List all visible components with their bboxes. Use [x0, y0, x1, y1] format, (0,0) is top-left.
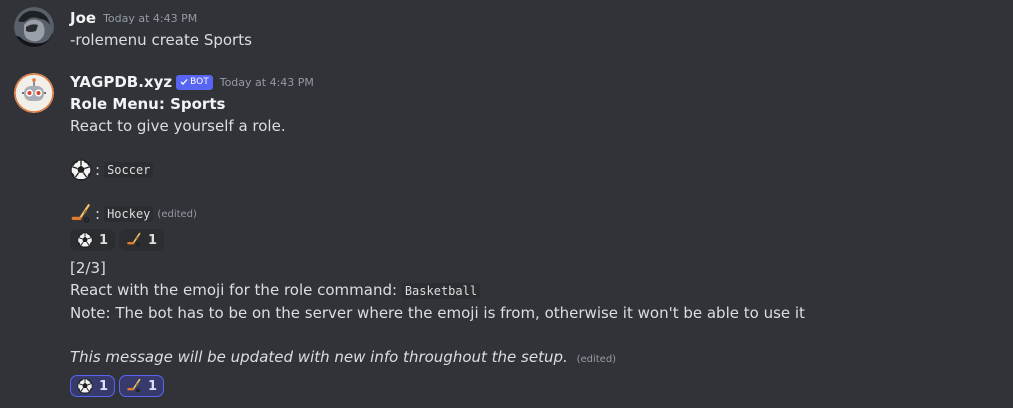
footer-line: This message will be updated with new in… — [70, 346, 1003, 371]
reaction-soccer[interactable]: 1 — [70, 229, 116, 251]
soccer-ball-icon — [77, 232, 93, 248]
note-text: Note: The bot has to be on the server wh… — [70, 304, 805, 322]
reaction-soccer-active[interactable]: 1 — [70, 375, 116, 397]
hockey-stick-icon — [126, 378, 142, 394]
timestamp: Today at 4:43 PM — [219, 75, 314, 89]
option-hockey: : Hockey (edited) — [70, 203, 1003, 225]
hockey-stick-icon — [126, 232, 142, 248]
step-label: [2/3] — [70, 259, 106, 277]
reaction-bar: 1 1 — [70, 229, 1003, 251]
reaction-count: 1 — [99, 232, 109, 248]
bot-tag: BOT — [176, 74, 213, 90]
option-soccer: : Soccer — [70, 159, 1003, 181]
message-text: -rolemenu create Sports — [70, 31, 252, 49]
role-menu-title: Role Menu: Sports — [70, 95, 226, 113]
footer-text: This message will be updated with new in… — [70, 348, 568, 366]
prompt-code: Basketball — [401, 283, 481, 299]
reaction-count: 1 — [148, 378, 158, 394]
edited-label: (edited) — [157, 208, 197, 220]
soccer-ball-icon — [70, 159, 92, 181]
option-name: Soccer — [104, 162, 154, 178]
intro-text: React to give yourself a role. — [70, 117, 286, 135]
username[interactable]: Joe — [70, 9, 96, 27]
yagpdb-avatar[interactable] — [14, 73, 54, 113]
option-name: Hockey — [104, 206, 154, 222]
bot-tag-label: BOT — [190, 76, 209, 87]
prompt-line: React with the emoji for the role comman… — [70, 279, 1003, 302]
reaction-count: 1 — [99, 378, 109, 394]
edited-label: (edited) — [576, 354, 617, 365]
reaction-bar-2: 1 1 — [70, 375, 1003, 397]
timestamp: Today at 4:43 PM — [103, 11, 198, 25]
hockey-stick-icon — [70, 203, 92, 225]
check-icon — [180, 79, 188, 85]
prompt-text: React with the emoji for the role comman… — [70, 281, 398, 299]
soccer-ball-icon — [77, 378, 93, 394]
joe-avatar[interactable] — [14, 7, 54, 47]
username[interactable]: YAGPDB.xyz — [70, 73, 172, 91]
reaction-hockey[interactable]: 1 — [119, 229, 165, 251]
reaction-hockey-active[interactable]: 1 — [119, 375, 165, 397]
reaction-count: 1 — [148, 232, 158, 248]
